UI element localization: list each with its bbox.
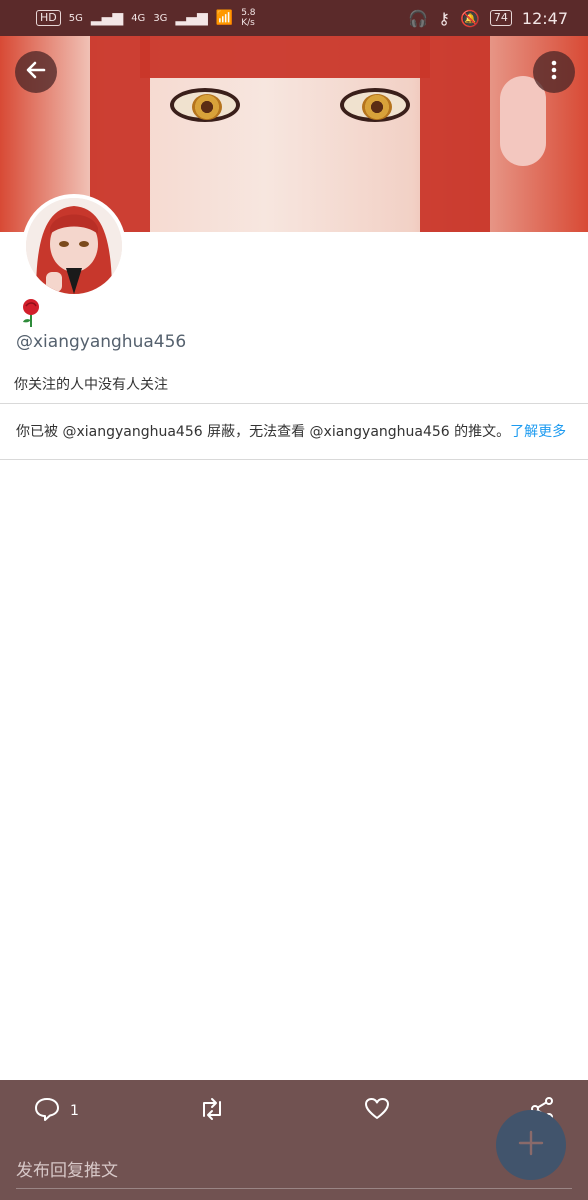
banner-art-ear (500, 76, 546, 166)
blocked-message: 你已被 @xiangyanghua456 屏蔽，无法查看 @xiangyangh… (16, 424, 511, 440)
banner-art-hair-right (420, 36, 490, 232)
profile-handle: @xiangyanghua456 (16, 332, 187, 352)
avatar-illustration (26, 198, 122, 294)
compose-button[interactable] (496, 1110, 566, 1180)
plus-icon (516, 1128, 546, 1162)
rose-icon (20, 298, 42, 328)
blocked-notice: 你已被 @xiangyanghua456 屏蔽，无法查看 @xiangyangh… (16, 421, 566, 441)
network-speed: 5.8 K/s (241, 8, 255, 28)
battery-indicator: 74 (489, 10, 512, 26)
heart-icon (364, 1096, 390, 1126)
speech-bubble-icon (34, 1096, 60, 1126)
status-bar: HD 5G ▂▄▆ 4G 3G ▂▄▆ 📶 5.8 K/s 🎧 ⚷ 🔕 74 1… (0, 0, 588, 36)
signal-icon: ▂▄▆ (90, 10, 124, 26)
network-label-3g: 3G (153, 12, 168, 24)
learn-more-link[interactable]: 了解更多 (510, 424, 566, 440)
retweet-button[interactable] (198, 1096, 226, 1126)
divider-bottom (0, 459, 588, 460)
like-button[interactable] (364, 1096, 390, 1126)
reply-input-underline (16, 1188, 572, 1189)
followers-you-know: 你关注的人中没有人关注 (14, 377, 168, 393)
reply-button[interactable]: 1 (34, 1096, 79, 1126)
divider-top (0, 403, 588, 404)
banner-art-eye-left (170, 88, 240, 122)
network-label-5g: 5G (68, 12, 83, 24)
reply-count: 1 (70, 1103, 79, 1119)
speed-unit: K/s (241, 18, 255, 28)
network-label-hd: HD (36, 10, 61, 26)
wifi-icon: 📶 (215, 10, 234, 26)
profile-avatar[interactable] (22, 194, 126, 298)
mute-icon: 🔕 (459, 8, 480, 28)
banner-art-iris-left (192, 94, 222, 120)
headphones-icon: 🎧 (408, 8, 429, 28)
banner-art-eye-right (340, 88, 410, 122)
reply-input[interactable]: 发布回复推文 (16, 1156, 118, 1181)
key-icon: ⚷ (438, 8, 450, 28)
clock: 12:47 (521, 8, 568, 28)
back-arrow-icon (24, 58, 48, 86)
banner-art-bangs (140, 36, 430, 78)
more-options-button[interactable] (533, 51, 575, 93)
signal-icon-2: ▂▄▆ (175, 10, 208, 26)
retweet-icon (198, 1096, 226, 1126)
banner-art-iris-right (362, 94, 392, 120)
network-label-4g: 4G (131, 12, 146, 24)
vertical-ellipsis-icon (542, 58, 566, 86)
speed-value: 5.8 (241, 8, 256, 18)
back-button[interactable] (15, 51, 57, 93)
